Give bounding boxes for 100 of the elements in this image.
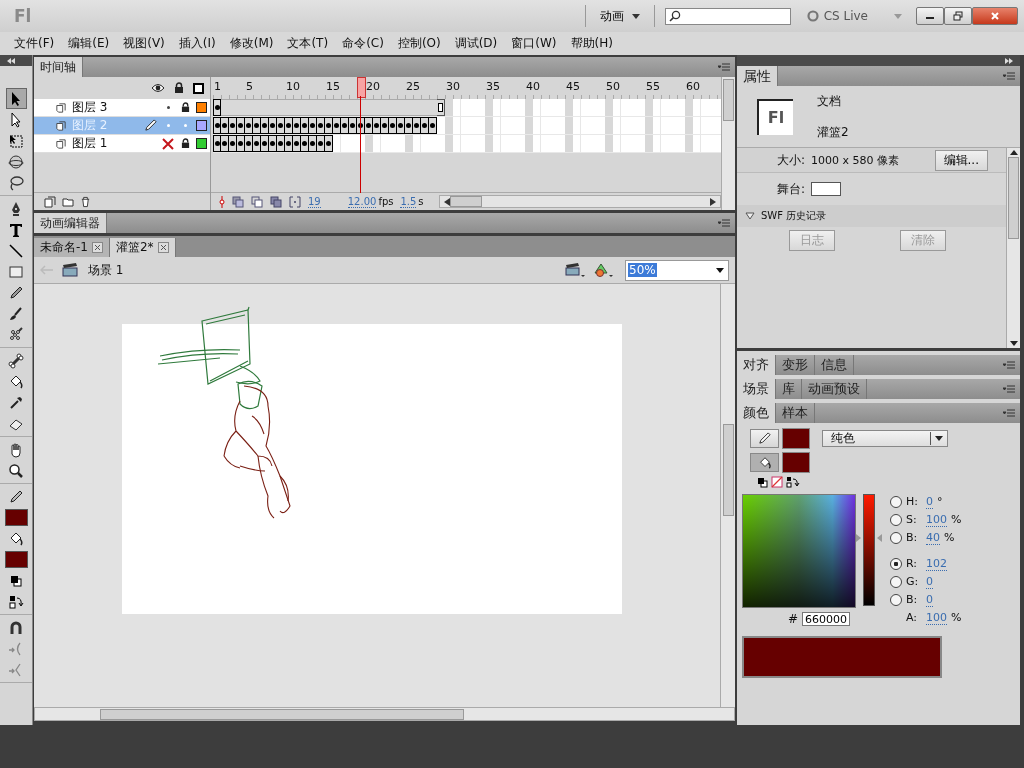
channel-value[interactable]: 0 [926, 574, 933, 589]
right-arrow-icon[interactable] [710, 197, 716, 206]
panel-tab[interactable]: 颜色 [737, 403, 776, 423]
slider-thumb[interactable] [856, 534, 882, 542]
collapse-strip[interactable] [0, 55, 32, 66]
scroll-thumb[interactable] [100, 708, 465, 720]
lock-icon[interactable] [174, 82, 184, 94]
tool-button[interactable] [5, 88, 27, 109]
channel-value[interactable]: 100 [926, 512, 947, 527]
dot-icon[interactable] [166, 106, 170, 109]
default-colors-icon[interactable] [756, 476, 768, 488]
dot-icon[interactable] [183, 124, 187, 127]
outline-color-swatch[interactable] [196, 138, 208, 149]
left-arrow-icon[interactable] [443, 197, 450, 206]
folder-icon[interactable] [62, 195, 74, 208]
channel-value[interactable]: 0 [926, 592, 933, 607]
cs-live-button[interactable]: CS Live [800, 8, 874, 24]
channel-value[interactable]: 102 [926, 556, 947, 571]
color-swatch[interactable] [4, 509, 28, 526]
menu-item[interactable]: 修改(M) [223, 33, 280, 54]
search-field[interactable] [664, 7, 791, 25]
vertical-scrollbar[interactable] [721, 77, 735, 210]
panel-menu-icon[interactable] [1003, 409, 1015, 417]
document-tab[interactable]: 灌篮2* [109, 238, 176, 257]
radio-button[interactable] [890, 495, 902, 508]
panel-menu-icon[interactable] [1003, 361, 1015, 369]
scroll-thumb[interactable] [449, 196, 482, 207]
dot-icon[interactable] [166, 124, 170, 127]
panel-menu-icon[interactable] [718, 63, 730, 71]
horizontal-scrollbar[interactable] [438, 195, 721, 208]
radio-button[interactable] [890, 575, 902, 588]
shapes-icon[interactable] [593, 262, 613, 278]
menu-item[interactable]: 帮助(H) [564, 33, 619, 54]
menu-item[interactable]: 窗口(W) [505, 33, 563, 54]
lock-icon[interactable] [180, 138, 190, 149]
panel-tab[interactable]: 动画编辑器 [34, 213, 107, 233]
lock-icon[interactable] [180, 102, 190, 113]
vertical-scrollbar[interactable] [1006, 148, 1020, 348]
clapperboard-icon[interactable] [565, 262, 585, 278]
trash-icon[interactable] [80, 195, 91, 208]
panel-menu-icon[interactable] [718, 219, 730, 227]
channel-value[interactable]: 0 [926, 494, 933, 509]
outline-color-swatch[interactable] [196, 102, 208, 113]
close-icon[interactable] [157, 242, 169, 253]
color-spectrum[interactable] [742, 494, 856, 608]
new-layer-icon[interactable] [44, 195, 56, 208]
edit-button[interactable]: 编辑... [934, 149, 988, 171]
menu-item[interactable]: 视图(V) [117, 33, 171, 54]
panel-tab[interactable]: 动画预设 [802, 379, 867, 399]
eye-icon[interactable] [151, 83, 165, 93]
menu-item[interactable]: 调试(D) [448, 33, 504, 54]
hex-field[interactable]: 660000 [802, 612, 851, 626]
playhead-handle[interactable] [357, 77, 366, 98]
onion-outline-icon[interactable] [251, 195, 263, 208]
no-color-icon[interactable] [771, 476, 783, 488]
vertical-scrollbar[interactable] [720, 284, 735, 707]
panel-tab[interactable]: 场景 [737, 379, 776, 399]
tool-button[interactable] [5, 350, 27, 371]
menu-item[interactable]: 命令(C) [336, 33, 390, 54]
brightness-slider[interactable] [856, 494, 882, 606]
layer-row[interactable]: 图层 1 [34, 135, 210, 153]
panel-tab[interactable]: 库 [776, 379, 802, 399]
panel-tab[interactable]: 变形 [776, 355, 815, 375]
radio-button[interactable] [890, 531, 902, 544]
stage-color-swatch[interactable] [811, 182, 842, 196]
panel-tab[interactable]: 属性 [737, 66, 778, 86]
close-button[interactable] [972, 7, 1018, 25]
playhead-marker-icon[interactable] [219, 195, 225, 208]
radio-button[interactable] [890, 513, 902, 526]
disclosure-triangle-icon[interactable] [745, 212, 755, 220]
document-tab[interactable]: 未命名-1 [34, 238, 110, 257]
panel-tab[interactable]: 对齐 [737, 355, 776, 375]
menu-item[interactable]: 文件(F) [8, 33, 61, 54]
horizontal-scrollbar[interactable] [34, 707, 735, 721]
frame-ruler[interactable]: 1 5 10 15 20 25 30 35 40 45 50 55 60 [213, 77, 721, 99]
stroke-color-swatch[interactable] [782, 428, 810, 449]
menu-item[interactable]: 插入(I) [172, 33, 222, 54]
workspace-switcher[interactable]: 动画 [595, 5, 644, 27]
outline-color-swatch[interactable] [196, 120, 208, 131]
panel-menu-icon[interactable] [1003, 385, 1015, 393]
fill-color-swatch[interactable] [782, 452, 810, 473]
color-swatch[interactable] [4, 551, 28, 568]
channel-value[interactable]: 100 [926, 610, 947, 625]
elapsed-time-value[interactable]: 1.5 [400, 195, 417, 208]
menu-item[interactable]: 编辑(E) [62, 33, 116, 54]
layer-row[interactable]: 图层 3 [34, 99, 210, 117]
current-frame-value[interactable]: 19 [308, 195, 321, 208]
fill-color-button[interactable] [750, 453, 779, 472]
fill-type-dropdown[interactable]: 纯色 [822, 430, 948, 447]
channel-value[interactable]: 40 [926, 530, 940, 545]
cross-icon[interactable] [162, 137, 175, 150]
panel-menu-icon[interactable] [1003, 72, 1015, 80]
stroke-color-button[interactable] [750, 429, 779, 448]
minimize-button[interactable] [916, 7, 944, 25]
onion-skin-icon[interactable] [232, 195, 244, 208]
swap-colors-icon[interactable] [786, 476, 800, 488]
radio-button[interactable] [890, 557, 902, 570]
restore-button[interactable] [944, 7, 972, 25]
menu-item[interactable]: 文本(T) [281, 33, 335, 54]
frame-rate-value[interactable]: 12.00 [347, 195, 377, 208]
